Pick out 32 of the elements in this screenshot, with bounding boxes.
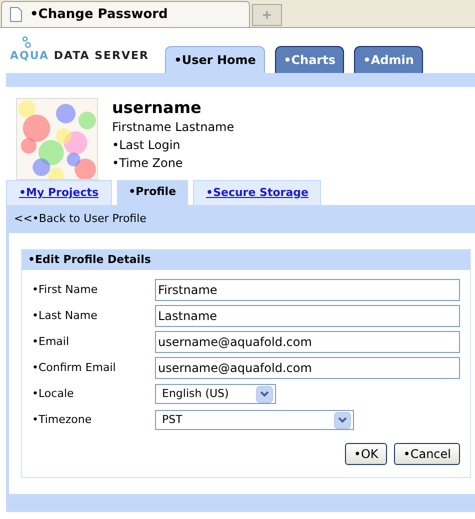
profile-tab[interactable]: •My Projects xyxy=(6,180,112,205)
form-button[interactable]: •OK xyxy=(344,443,388,465)
field-label: •Timezone xyxy=(32,412,93,428)
profile-tab[interactable]: •Profile xyxy=(116,180,188,205)
field-label: •Confirm Email xyxy=(32,360,117,376)
document-icon xyxy=(10,7,22,22)
new-tab-button[interactable] xyxy=(252,4,282,26)
field-label: •Email xyxy=(32,334,70,350)
nav-tab[interactable]: •Admin xyxy=(354,46,424,73)
bubbles-icon xyxy=(22,36,32,48)
profile-info: •Time Zone xyxy=(112,155,184,172)
text-field[interactable]: username@aquafold.com xyxy=(155,357,460,379)
username: username xyxy=(112,98,202,118)
nav-tab[interactable]: •Charts xyxy=(275,46,344,73)
logo: AQUA DATA SERVER xyxy=(10,48,150,64)
browser-tab[interactable]: •Change Password xyxy=(1,1,250,27)
dropdown[interactable]: PST xyxy=(155,410,354,430)
panel-header: •Edit Profile Details xyxy=(22,250,470,270)
form-button[interactable]: •Cancel xyxy=(394,443,460,465)
text-field[interactable]: Lastname xyxy=(155,305,460,327)
back-link[interactable]: <<•Back to User Profile xyxy=(14,210,146,228)
field-label: •Last Name xyxy=(32,308,98,324)
text-field[interactable]: Firstname xyxy=(155,279,460,301)
full-name: Firstname Lastname xyxy=(112,119,234,136)
text-field[interactable]: username@aquafold.com xyxy=(155,331,460,353)
profile-tab[interactable]: •Secure Storage xyxy=(193,180,322,205)
profile-info: •Last Login xyxy=(112,137,182,154)
field-label: •Locale xyxy=(32,386,75,402)
dropdown[interactable]: English (US) xyxy=(155,384,276,404)
plus-icon xyxy=(263,11,271,19)
nav-tab[interactable]: •User Home xyxy=(165,46,266,73)
field-label: •First Name xyxy=(32,282,99,298)
